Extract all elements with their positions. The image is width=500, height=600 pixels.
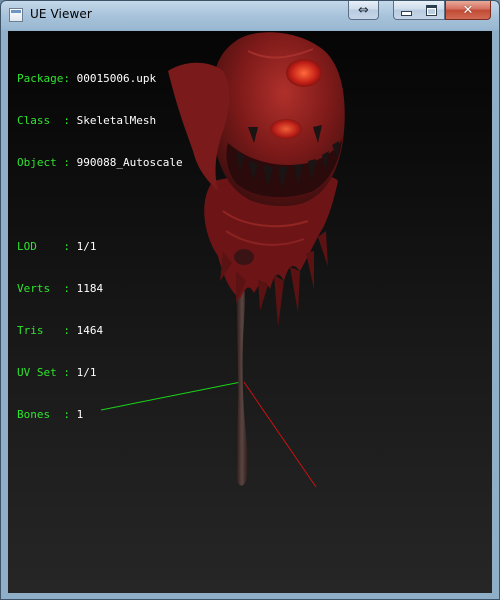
mesh-eye: [286, 59, 322, 87]
window-bottom-frame[interactable]: [1, 593, 499, 599]
mesh-knot: [234, 249, 254, 265]
window-title: UE Viewer: [30, 7, 92, 21]
info-row-package: Package: 00015006.upk: [17, 72, 183, 86]
info-value-bones: 1: [76, 408, 84, 421]
info-label-bones: Bones :: [17, 408, 70, 421]
title-bar[interactable]: UE Viewer ⇔ ✕: [1, 1, 499, 31]
info-value-tris: 1464: [76, 324, 104, 337]
info-row-tris: Tris : 1464: [17, 324, 183, 338]
maximize-icon: [426, 4, 437, 16]
info-label-uvset: UV Set :: [17, 366, 70, 379]
info-value-lod: 1/1: [76, 240, 97, 253]
info-label-verts: Verts :: [17, 282, 70, 295]
app-window: UE Viewer ⇔ ✕ Package: 00015006.upk Clas…: [0, 0, 500, 600]
mesh-info-overlay: Package: 00015006.upk Class : SkeletalMe…: [17, 44, 183, 450]
info-row-bones: Bones : 1: [17, 408, 183, 422]
info-row-lod: LOD : 1/1: [17, 240, 183, 254]
info-value-uvset: 1/1: [76, 366, 97, 379]
x-axis-line: [243, 381, 317, 488]
3d-viewport[interactable]: Package: 00015006.upk Class : SkeletalMe…: [8, 31, 492, 593]
close-button[interactable]: ✕: [445, 1, 491, 20]
info-value-class: SkeletalMesh: [76, 114, 157, 127]
info-row-object: Object : 990088_Autoscale: [17, 156, 183, 170]
info-label-package: Package:: [17, 72, 70, 85]
info-label-class: Class :: [17, 114, 70, 127]
info-row-class: Class : SkeletalMesh: [17, 114, 183, 128]
maximize-button[interactable]: [419, 1, 445, 20]
mesh-eye-lower: [270, 119, 302, 139]
info-value-object: 990088_Autoscale: [76, 156, 183, 169]
info-spacer: [17, 198, 183, 212]
info-label-object: Object :: [17, 156, 70, 169]
resize-arrows-icon: ⇔: [358, 2, 369, 18]
resize-button[interactable]: ⇔: [348, 1, 379, 20]
minimize-icon: [401, 10, 412, 16]
info-row-uvset: UV Set : 1/1: [17, 366, 183, 380]
info-label-lod: LOD :: [17, 240, 70, 253]
info-label-tris: Tris :: [17, 324, 70, 337]
info-row-verts: Verts : 1184: [17, 282, 183, 296]
minimize-button[interactable]: [393, 1, 420, 20]
info-value-verts: 1184: [76, 282, 104, 295]
info-value-package: 00015006.upk: [76, 72, 157, 85]
close-icon: ✕: [462, 2, 474, 18]
app-window-icon: [9, 8, 23, 22]
